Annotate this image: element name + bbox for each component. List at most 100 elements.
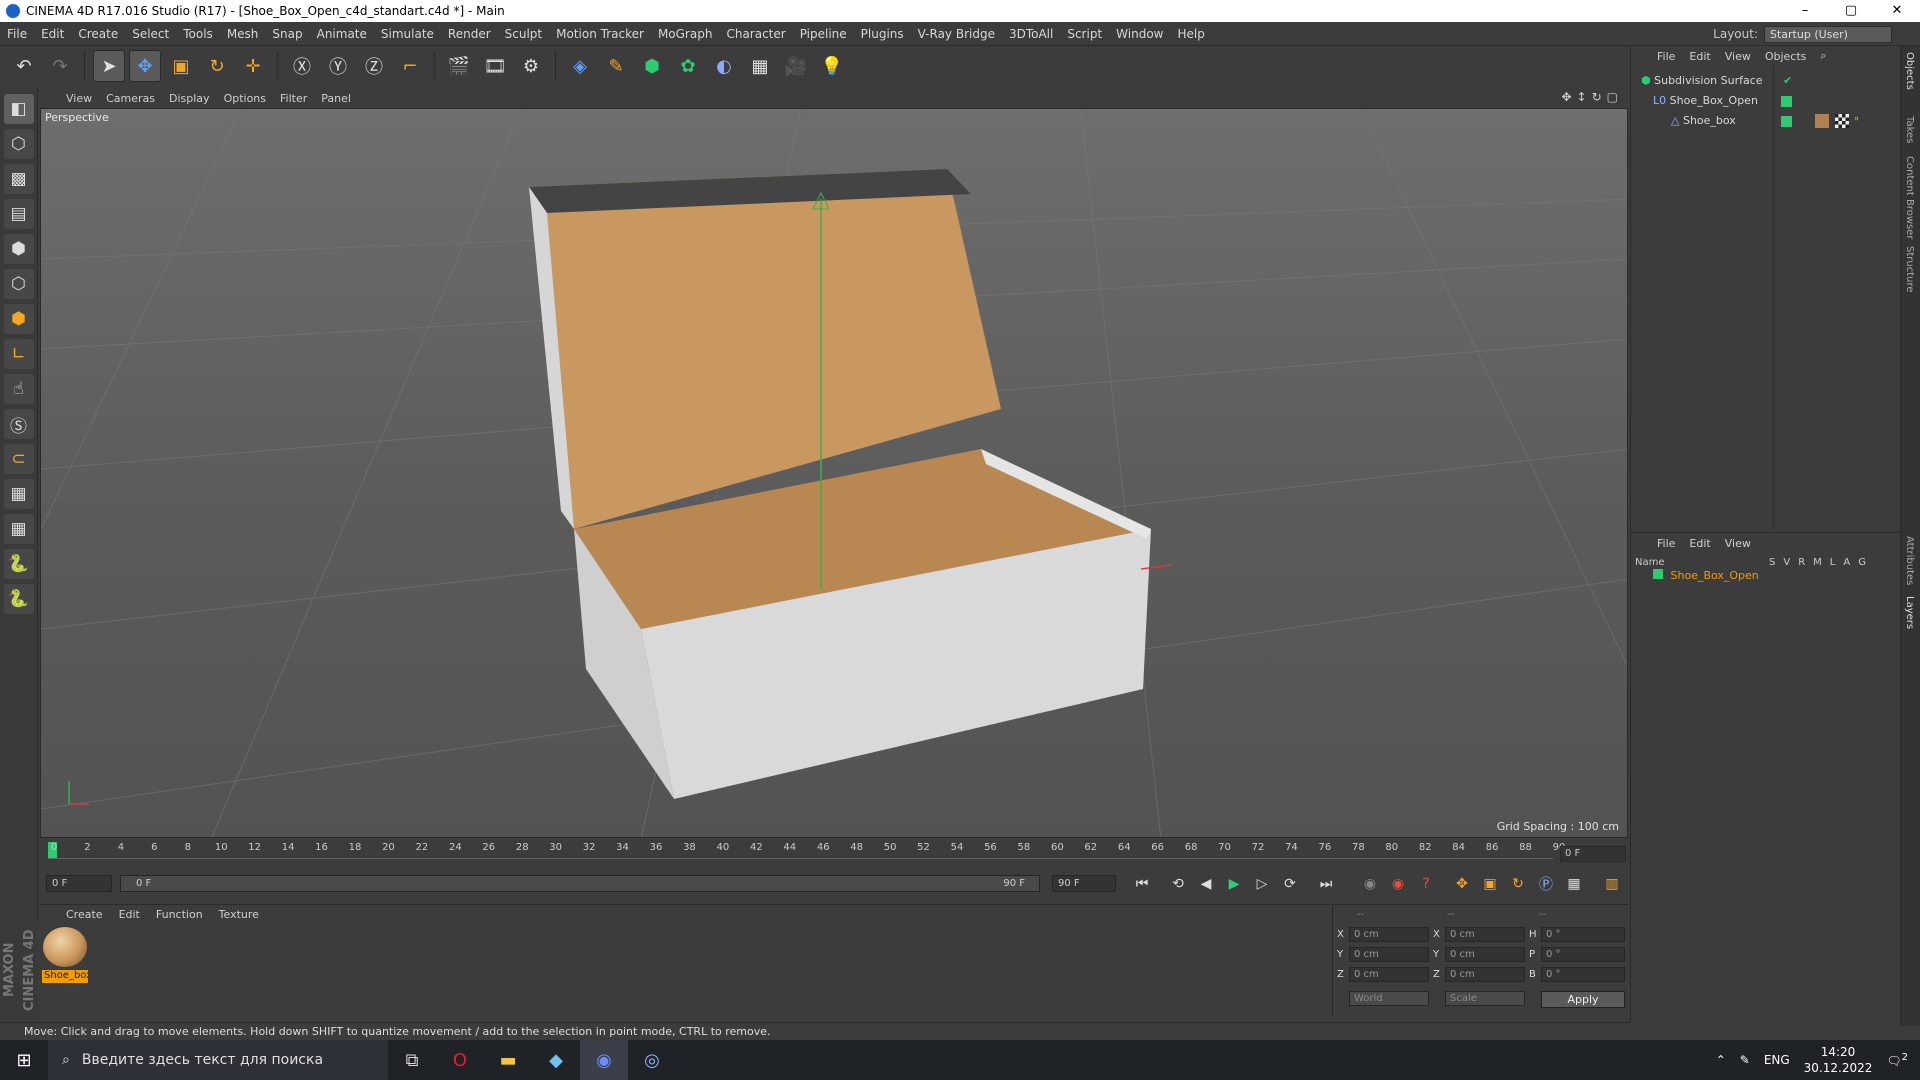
cinema4d-taskbar-icon[interactable]: ◉ bbox=[580, 1040, 628, 1080]
coordinate-system-icon[interactable]: ⌐ bbox=[394, 50, 426, 82]
app-taskbar-icon[interactable]: ◎ bbox=[628, 1040, 676, 1080]
spline-pen-icon[interactable]: ✎ bbox=[600, 50, 632, 82]
transform-tool-icon[interactable]: ✛ bbox=[237, 50, 269, 82]
start-frame-field[interactable]: 0 F bbox=[46, 875, 112, 892]
render-settings-icon[interactable]: ⚙ bbox=[515, 50, 547, 82]
render-picture-viewer-icon[interactable]: 🎞 bbox=[479, 50, 511, 82]
menu-plugins[interactable]: Plugins bbox=[854, 27, 911, 41]
render-view-icon[interactable]: 🎬 bbox=[443, 50, 475, 82]
layer-item[interactable]: Shoe_Box_Open bbox=[1639, 567, 1759, 585]
menu-snap[interactable]: Snap bbox=[265, 27, 309, 41]
tab-objects[interactable]: Objects bbox=[1904, 52, 1915, 90]
z-axis-lock-icon[interactable]: Ⓩ bbox=[358, 50, 390, 82]
coordinate-mode-dropdown[interactable]: World bbox=[1349, 991, 1429, 1006]
tab-attributes[interactable]: Attributes bbox=[1904, 536, 1915, 585]
menu-create[interactable]: Create bbox=[71, 27, 125, 41]
windows-start-icon[interactable]: ⊞ bbox=[0, 1040, 48, 1080]
tab-layers[interactable]: Layers bbox=[1904, 596, 1915, 629]
tray-chevron-icon[interactable]: ⌃ bbox=[1716, 1053, 1726, 1067]
key-position-icon[interactable]: ✥ bbox=[1450, 872, 1474, 896]
menu-mograph[interactable]: MoGraph bbox=[651, 27, 720, 41]
layer-menu-edit[interactable]: Edit bbox=[1689, 537, 1710, 550]
search-icon[interactable]: ⌕ bbox=[1820, 49, 1826, 63]
menu-pipeline[interactable]: Pipeline bbox=[793, 27, 854, 41]
key-param-icon[interactable]: Ⓟ bbox=[1534, 872, 1558, 896]
next-key-icon[interactable]: ⟳ bbox=[1278, 872, 1302, 896]
end-frame-field[interactable]: 90 F bbox=[1052, 875, 1116, 892]
maximize-view-icon[interactable]: ▢ bbox=[1607, 90, 1618, 104]
dolly-icon[interactable]: ↕ bbox=[1577, 90, 1587, 104]
menu-vray-bridge[interactable]: V-Ray Bridge bbox=[911, 27, 1002, 41]
object-item-shoe-box-open[interactable]: L0 Shoe_Box_Open bbox=[1653, 92, 1758, 110]
deformer-icon[interactable]: ◐ bbox=[708, 50, 740, 82]
viewport-menu-filter[interactable]: Filter bbox=[280, 92, 307, 105]
key-scale-icon[interactable]: ▣ bbox=[1478, 872, 1502, 896]
range-slider[interactable]: 0 F 90 F bbox=[120, 875, 1040, 892]
subdivision-surface-icon[interactable]: ⬢ bbox=[636, 50, 668, 82]
material-menu-create[interactable]: Create bbox=[66, 908, 103, 921]
object-menu-objects[interactable]: Objects bbox=[1765, 50, 1807, 63]
object-item-subdivision-surface[interactable]: ⬢ Subdivision Surface bbox=[1641, 72, 1763, 90]
enabled-check-icon[interactable]: ✔ bbox=[1783, 72, 1792, 90]
size-y-field[interactable]: 0 cm bbox=[1445, 947, 1525, 962]
cube-icon[interactable]: ◈ bbox=[564, 50, 596, 82]
python-script-icon[interactable]: 🐍 bbox=[3, 584, 34, 614]
move-tool-icon[interactable]: ✥ bbox=[129, 50, 161, 82]
viewport-menu-cameras[interactable]: Cameras bbox=[106, 92, 155, 105]
menu-animate[interactable]: Animate bbox=[310, 27, 374, 41]
next-frame-icon[interactable]: ▷ bbox=[1250, 872, 1274, 896]
previous-key-icon[interactable]: ⟲ bbox=[1166, 872, 1190, 896]
viewport-menu-options[interactable]: Options bbox=[224, 92, 266, 105]
file-explorer-icon[interactable]: ▬ bbox=[484, 1040, 532, 1080]
notification-icon[interactable]: 🗨2 bbox=[1886, 1052, 1908, 1068]
go-to-end-icon[interactable]: ⏭ bbox=[1314, 872, 1338, 896]
menu-window[interactable]: Window bbox=[1109, 27, 1170, 41]
axis-mode-icon[interactable]: ∟ bbox=[3, 339, 34, 369]
viewport-menu-display[interactable]: Display bbox=[169, 92, 210, 105]
material-tag-icon[interactable] bbox=[1815, 114, 1829, 128]
viewport-menu-panel[interactable]: Panel bbox=[321, 92, 351, 105]
apply-button[interactable]: Apply bbox=[1541, 991, 1625, 1008]
rotate-tool-icon[interactable]: ↻ bbox=[201, 50, 233, 82]
rotation-p-field[interactable]: 0 ° bbox=[1541, 947, 1625, 962]
position-x-field[interactable]: 0 cm bbox=[1349, 927, 1429, 942]
language-indicator[interactable]: ENG bbox=[1764, 1053, 1790, 1067]
light-icon[interactable]: 💡 bbox=[816, 50, 848, 82]
object-menu-edit[interactable]: Edit bbox=[1689, 50, 1710, 63]
model-mode-icon[interactable]: ⬡ bbox=[3, 129, 34, 159]
keyframe-selection-icon[interactable]: ? bbox=[1414, 872, 1438, 896]
size-mode-dropdown[interactable]: Scale bbox=[1445, 991, 1525, 1006]
points-mode-icon[interactable]: ⬢ bbox=[3, 234, 34, 264]
layer-menu-view[interactable]: View bbox=[1725, 537, 1751, 550]
tab-structure[interactable]: Structure bbox=[1904, 246, 1915, 293]
menu-select[interactable]: Select bbox=[125, 27, 176, 41]
taskbar-search[interactable]: ⌕ Введите здесь текст для поиска bbox=[48, 1040, 388, 1080]
select-arrow-icon[interactable]: ➤ bbox=[93, 50, 125, 82]
layer-menu-file[interactable]: File bbox=[1657, 537, 1675, 550]
menu-script[interactable]: Script bbox=[1060, 27, 1109, 41]
make-editable-icon[interactable]: ◧ bbox=[3, 94, 34, 124]
magnet-icon[interactable]: ⊂ bbox=[3, 444, 34, 474]
maximize-button[interactable]: ▢ bbox=[1828, 0, 1874, 22]
menu-sculpt[interactable]: Sculpt bbox=[498, 27, 549, 41]
play-icon[interactable]: ▶ bbox=[1222, 872, 1246, 896]
menu-character[interactable]: Character bbox=[719, 27, 792, 41]
timeline-ruler[interactable]: 0 2 4 6 8 10 12 14 16 18 20 22 24 26 28 30 32 34 36 38 40 42 4… bbox=[48, 840, 1628, 864]
record-keys-icon[interactable]: ◉ bbox=[1358, 872, 1382, 896]
timeline-window-icon[interactable]: ▥ bbox=[1600, 872, 1624, 896]
position-z-field[interactable]: 0 cm bbox=[1349, 967, 1429, 982]
menu-edit[interactable]: Edit bbox=[34, 27, 71, 41]
material-menu-function[interactable]: Function bbox=[156, 908, 203, 921]
menu-motion-tracker[interactable]: Motion Tracker bbox=[549, 27, 651, 41]
minimize-button[interactable]: – bbox=[1782, 0, 1828, 22]
opera-icon[interactable]: O bbox=[436, 1040, 484, 1080]
clock[interactable]: 14:20 30.12.2022 bbox=[1804, 1044, 1873, 1076]
snap-icon[interactable]: Ⓢ bbox=[3, 409, 34, 439]
object-menu-view[interactable]: View bbox=[1725, 50, 1751, 63]
scale-tool-icon[interactable]: ▣ bbox=[165, 50, 197, 82]
material-menu-edit[interactable]: Edit bbox=[119, 908, 140, 921]
object-menu-file[interactable]: File bbox=[1657, 50, 1675, 63]
task-view-icon[interactable]: ⧉ bbox=[388, 1040, 436, 1080]
redo-icon[interactable]: ↷ bbox=[44, 50, 76, 82]
menu-tools[interactable]: Tools bbox=[176, 27, 220, 41]
